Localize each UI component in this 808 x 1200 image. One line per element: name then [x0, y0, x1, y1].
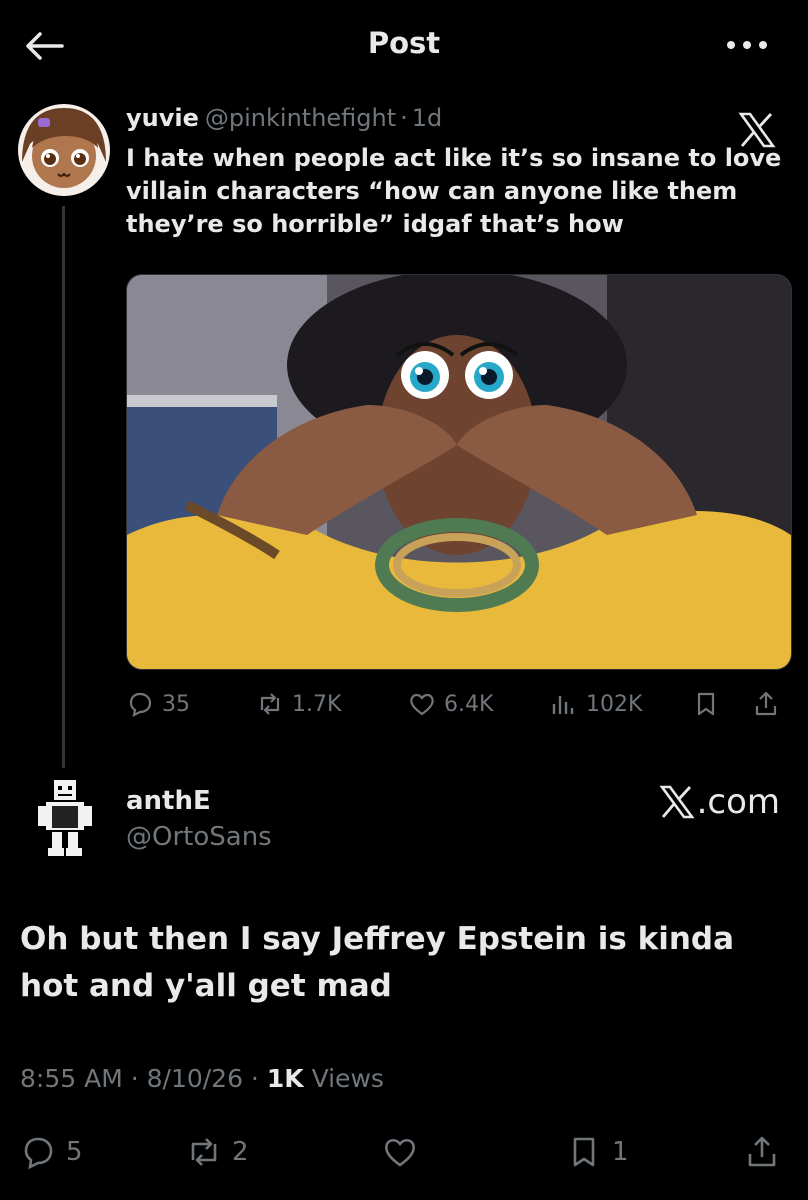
quoted-like-button[interactable]: 6.4K	[408, 684, 493, 724]
quoted-repost-count: 1.7K	[292, 691, 342, 717]
reaction-photo	[127, 275, 791, 669]
post-date: 8/10/26	[146, 1064, 243, 1093]
quoted-reply-count: 35	[162, 691, 190, 717]
bookmark-icon	[573, 1137, 595, 1167]
quoted-share-button[interactable]	[752, 684, 788, 724]
reply-handle[interactable]: @OrtoSans	[126, 822, 272, 852]
heart-icon	[410, 693, 434, 716]
pixel-character-icon	[30, 776, 100, 862]
x-com-watermark: .com	[640, 780, 780, 824]
repost-count: 2	[232, 1137, 249, 1167]
post-actions: 5 2 1	[20, 1128, 790, 1176]
quoted-media[interactable]	[126, 274, 792, 670]
views-count: 1K	[266, 1064, 304, 1093]
reply-icon	[129, 692, 152, 717]
quoted-views-count: 102K	[586, 691, 643, 717]
views-label[interactable]: Views	[312, 1064, 384, 1093]
share-button[interactable]	[744, 1128, 790, 1176]
cartoon-face-icon	[18, 104, 110, 196]
quoted-views-button[interactable]: 102K	[550, 684, 642, 724]
views-chart-icon	[552, 696, 574, 714]
post-meta: 8:55 AM · 8/10/26 · 1K Views	[20, 1064, 384, 1093]
post-time: 8:55 AM	[20, 1064, 123, 1093]
quoted-like-count: 6.4K	[444, 691, 494, 717]
quoted-handle[interactable]: @pinkinthefight	[205, 104, 396, 132]
repost-button[interactable]: 2	[186, 1128, 249, 1176]
reply-display-name[interactable]: anthE	[126, 786, 211, 816]
repost-icon	[260, 693, 280, 715]
bookmark-icon	[697, 692, 715, 716]
like-button[interactable]	[382, 1128, 428, 1176]
quoted-reply-button[interactable]: 35	[126, 684, 190, 724]
heart-icon	[385, 1138, 415, 1167]
separator-dot: ·	[400, 104, 408, 132]
reply-avatar[interactable]	[30, 776, 100, 862]
repost-icon	[191, 1138, 217, 1166]
reply-icon	[24, 1137, 53, 1170]
quoted-avatar[interactable]	[18, 104, 110, 196]
bookmark-count: 1	[612, 1137, 629, 1167]
page-title: Post	[367, 26, 441, 60]
quoted-display-name[interactable]: yuvie	[126, 104, 199, 132]
quoted-header: yuvie @pinkinthefight · 1d	[126, 104, 442, 132]
more-button[interactable]	[722, 30, 772, 60]
share-icon	[755, 691, 777, 716]
more-dots-icon	[727, 41, 767, 49]
separator-dot: ·	[242, 1064, 267, 1093]
reply-count: 5	[66, 1137, 83, 1167]
x-logo-icon	[658, 785, 695, 819]
quoted-text: I hate when people act like it’s so insa…	[126, 144, 782, 238]
quoted-actions: 35 1.7K 6.4K 102K	[126, 684, 790, 724]
reply-button[interactable]: 5	[20, 1128, 83, 1176]
reply-text: Oh but then I say Jeffrey Epstein is kin…	[20, 921, 735, 1004]
quoted-bookmark-button[interactable]	[692, 684, 728, 724]
bookmark-button[interactable]: 1	[566, 1128, 629, 1176]
share-icon	[748, 1136, 776, 1167]
thread-line	[62, 206, 65, 768]
separator-dot: ·	[122, 1064, 147, 1093]
quoted-time: 1d	[411, 104, 443, 132]
quoted-repost-button[interactable]: 1.7K	[256, 684, 341, 724]
x-com-text: .com	[696, 782, 780, 822]
